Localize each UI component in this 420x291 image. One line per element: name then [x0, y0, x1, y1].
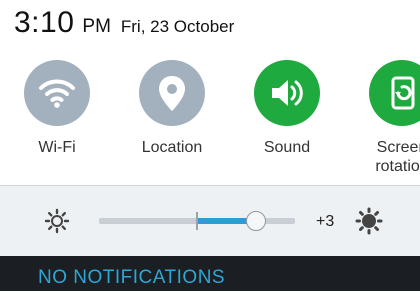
sound-toggle[interactable]: Sound	[232, 60, 342, 157]
wifi-icon	[39, 79, 75, 108]
sun-filled-icon	[355, 207, 383, 235]
location-label: Location	[141, 139, 203, 156]
brightness-slider-thumb[interactable]	[246, 211, 266, 231]
speaker-icon	[272, 80, 303, 106]
location-toggle-circle[interactable]	[139, 60, 205, 126]
screen-rotation-toggle[interactable]: Screen rotation	[347, 60, 420, 176]
sun-outline-icon	[44, 208, 70, 234]
clock-ampm: PM	[82, 16, 111, 37]
brightness-slider-center-mark	[196, 212, 198, 230]
date-label: Fri, 23 October	[120, 17, 235, 36]
screen-rotation-label-line2: rotation	[375, 158, 420, 175]
screen-rotation-label: Screen rotation	[347, 138, 420, 176]
screen-rotation-toggle-circle[interactable]	[369, 60, 420, 126]
brightness-level: +3	[316, 213, 335, 230]
brightness-slider[interactable]	[99, 211, 295, 231]
brightness-bar: +3	[0, 186, 420, 256]
location-toggle[interactable]: Location	[117, 60, 227, 157]
wifi-toggle-circle[interactable]	[24, 60, 90, 126]
sound-toggle-circle[interactable]	[254, 60, 320, 126]
wifi-toggle[interactable]: Wi-Fi	[2, 60, 112, 157]
screen-rotation-label-line1: Screen	[376, 139, 420, 156]
status-row: 3:10 PM Fri, 23 October	[14, 6, 234, 40]
quick-settings-row: Wi-Fi Location Sound Scree rotatio	[0, 60, 420, 180]
clock-time: 3:10	[14, 6, 75, 39]
wifi-label: Wi-Fi	[38, 139, 76, 156]
screen-rotation-icon	[391, 76, 415, 110]
location-pin-icon	[159, 76, 185, 111]
sound-label: Sound	[263, 139, 311, 156]
no-notifications-label: NO NOTIFICATIONS	[38, 267, 226, 288]
notifications-panel: NO NOTIFICATIONS	[0, 256, 420, 291]
